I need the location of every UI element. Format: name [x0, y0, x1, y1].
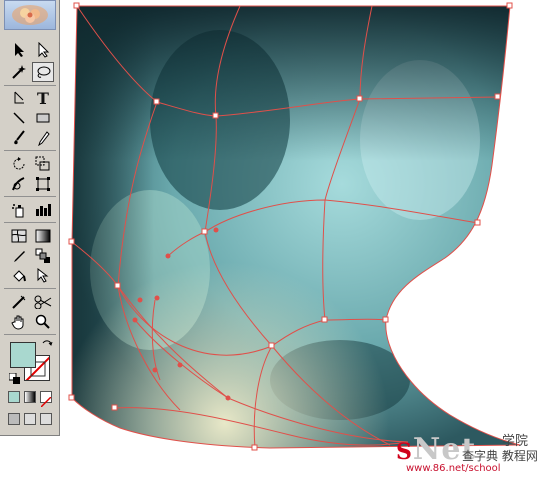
- zoom-tool[interactable]: [32, 312, 54, 332]
- arrow-black-icon: [15, 43, 24, 57]
- symbol-sprayer-tool[interactable]: [8, 200, 30, 220]
- live-paint-selection-tool[interactable]: [32, 266, 54, 286]
- lasso-icon: [37, 66, 51, 78]
- none-mode-button[interactable]: [40, 391, 52, 408]
- live-paint-bucket-tool[interactable]: [8, 266, 30, 286]
- mesh-artwork[interactable]: [0, 0, 550, 478]
- zoom-icon: [35, 314, 50, 329]
- blend-icon: [35, 248, 50, 263]
- artboard[interactable]: [0, 0, 550, 478]
- gradient-mode-button[interactable]: [24, 391, 36, 403]
- eyedropper-tool[interactable]: [8, 246, 30, 266]
- toolbox-header-logo[interactable]: [4, 0, 56, 30]
- paint-bucket-icon: [13, 270, 26, 282]
- hand-tool[interactable]: [8, 312, 30, 332]
- gradient-icon: [35, 229, 51, 243]
- pencil-icon: [38, 131, 50, 146]
- full-screen-menu-mode-button[interactable]: [24, 413, 36, 425]
- scissors-icon: [34, 295, 52, 309]
- warp-icon: [12, 177, 25, 191]
- magic-wand-tool[interactable]: [8, 62, 30, 82]
- paintbrush-tool[interactable]: [8, 128, 30, 148]
- lasso-tool[interactable]: [32, 62, 54, 82]
- direct-selection-tool[interactable]: [32, 40, 54, 60]
- watermark-url: www.86.net/school: [406, 463, 501, 474]
- standard-screen-mode-button[interactable]: [8, 413, 20, 425]
- swap-arrow-icon: [42, 340, 53, 346]
- mesh-icon: [11, 229, 27, 243]
- warp-tool[interactable]: [8, 174, 30, 194]
- rectangle-tool[interactable]: [32, 108, 54, 128]
- line-icon: [13, 112, 25, 124]
- rotate-tool[interactable]: [8, 154, 30, 174]
- free-transform-tool[interactable]: [32, 174, 54, 194]
- brush-icon: [14, 130, 25, 145]
- toolbox-separator: [4, 334, 56, 335]
- rotate-icon: [13, 157, 25, 170]
- slice-tool[interactable]: [8, 292, 30, 312]
- scale-tool[interactable]: [32, 154, 54, 174]
- pencil-tool[interactable]: [32, 128, 54, 148]
- toolbox-separator: [4, 288, 56, 289]
- type-tool[interactable]: T: [32, 88, 54, 108]
- sprayer-icon: [12, 204, 24, 218]
- selection-tool[interactable]: [8, 40, 30, 60]
- swap-colors-button[interactable]: [40, 338, 54, 352]
- rectangle-icon: [36, 113, 50, 123]
- watermark-cn-line2: 查字典 教程网: [462, 449, 538, 463]
- graph-icon: [36, 204, 51, 216]
- full-screen-mode-button[interactable]: [40, 413, 52, 425]
- fill-swatch[interactable]: [10, 342, 36, 368]
- line-segment-tool[interactable]: [8, 108, 30, 128]
- default-colors-icon: [9, 373, 20, 384]
- mesh-tool[interactable]: [8, 226, 30, 246]
- color-mode-button[interactable]: [8, 391, 20, 403]
- scissors-tool[interactable]: [32, 292, 54, 312]
- hand-icon: [11, 315, 24, 330]
- none-slash-icon: [40, 396, 52, 408]
- gradient-tool[interactable]: [32, 226, 54, 246]
- toolbox-separator: [4, 222, 56, 223]
- arrow-white-icon: [38, 42, 50, 58]
- toolbox-separator: [4, 85, 56, 86]
- default-colors-button[interactable]: [8, 372, 22, 386]
- toolbox-separator: [4, 196, 56, 197]
- scale-icon: [35, 156, 50, 171]
- toolbox-separator: [4, 150, 56, 151]
- wand-icon: [12, 65, 26, 79]
- site-watermark: SNet 学院 查字典 教程网 www.86.net/school: [392, 430, 548, 476]
- flower-logo-icon: [12, 5, 48, 25]
- eyedropper-icon: [14, 251, 25, 262]
- blend-tool[interactable]: [32, 246, 54, 266]
- watermark-brand-prefix: S: [396, 439, 413, 465]
- pen-icon: [14, 91, 24, 104]
- pen-tool[interactable]: [8, 88, 30, 108]
- column-graph-tool[interactable]: [32, 200, 54, 220]
- free-transform-icon: [36, 177, 50, 191]
- toolbox-panel: T: [0, 0, 60, 436]
- paint-selection-icon: [37, 268, 49, 283]
- slice-icon: [12, 295, 26, 309]
- mesh-object[interactable]: [60, 0, 530, 460]
